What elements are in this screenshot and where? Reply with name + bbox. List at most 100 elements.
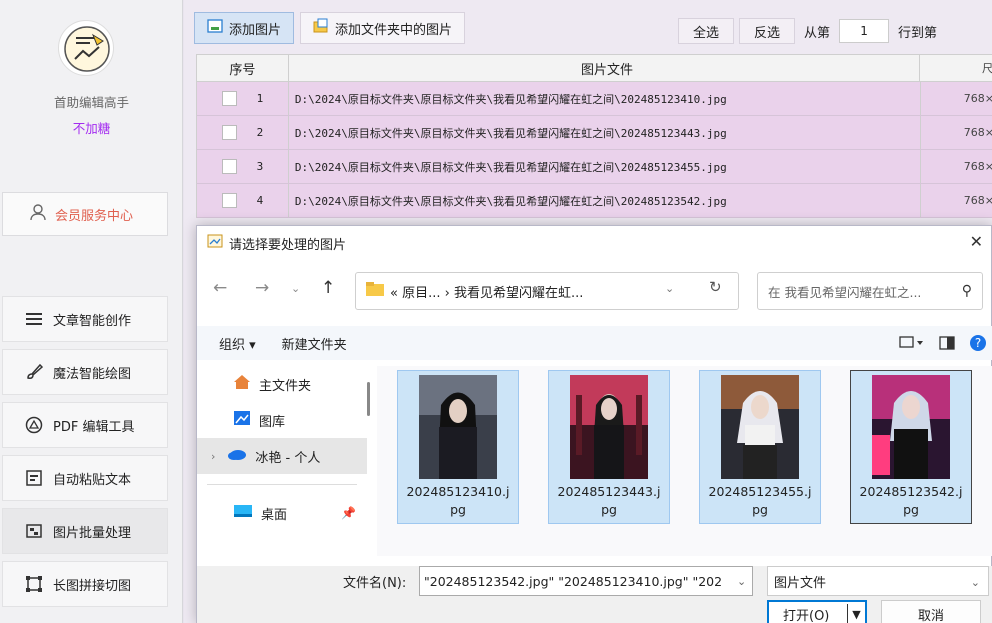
crop-icon	[25, 575, 43, 593]
pdf-icon	[25, 416, 43, 434]
menu-item-drawing[interactable]: 魔法智能绘图	[2, 349, 168, 395]
menu-item-article[interactable]: 文章智能创作	[2, 296, 168, 342]
filename-input[interactable]: "202485123542.jpg" "202485123410.jpg" "2…	[419, 566, 753, 596]
paste-icon	[25, 469, 43, 487]
row-size: 768×	[963, 160, 992, 173]
image-thumbnail	[419, 375, 497, 479]
forward-arrow-icon[interactable]: →	[255, 278, 269, 298]
nav-item-gallery[interactable]: 图库	[197, 402, 367, 438]
row-checkbox[interactable]	[221, 125, 237, 140]
organize-menu[interactable]: 组织 ▾	[219, 334, 256, 353]
filetype-value: 图片文件	[774, 575, 827, 591]
view-tools: ?	[899, 334, 991, 356]
nav-item-label: 主文件夹	[259, 378, 312, 394]
menu-item-pdf[interactable]: PDF 编辑工具	[2, 402, 168, 448]
search-input[interactable]: 在 我看见希望闪耀在虹之... ⚲	[757, 272, 983, 310]
nav-item-desktop[interactable]: 桌面 📌	[197, 495, 367, 531]
close-icon[interactable]: ✕	[970, 232, 983, 251]
row-file-path: D:\2024\原目标文件夹\原目标文件夹\我看见希望闪耀在虹之间\202485…	[289, 184, 922, 217]
menu-item-image-batch[interactable]: 图片批量处理	[2, 508, 168, 554]
up-arrow-icon[interactable]: ↑	[321, 278, 335, 298]
refresh-icon[interactable]: ↻	[709, 278, 722, 296]
select-all-button[interactable]: 全选	[678, 18, 735, 44]
table-row[interactable]: 2 D:\2024\原目标文件夹\原目标文件夹\我看见希望闪耀在虹之间\2024…	[196, 116, 992, 150]
home-icon	[233, 374, 251, 394]
file-name: 202485123443.jpg	[557, 484, 661, 517]
nav-item-home[interactable]: 主文件夹	[197, 366, 367, 402]
table-row[interactable]: 1 D:\2024\原目标文件夹\原目标文件夹\我看见希望闪耀在虹之间\2024…	[196, 82, 992, 116]
table-row[interactable]: 4 D:\2024\原目标文件夹\原目标文件夹\我看见希望闪耀在虹之间\2024…	[196, 184, 992, 218]
address-path: « 原目... › 我看见希望闪耀在虹...	[390, 285, 584, 301]
cancel-button[interactable]: 取消	[881, 600, 981, 623]
dialog-footer: 文件名(N): "202485123542.jpg" "202485123410…	[197, 566, 992, 623]
add-image-label: 添加图片	[229, 22, 282, 38]
folder-add-icon	[313, 18, 329, 38]
pin-icon[interactable]: 📌	[341, 506, 356, 520]
table-header: 序号 图片文件 尺	[196, 54, 992, 82]
row-file-path: D:\2024\原目标文件夹\原目标文件夹\我看见希望闪耀在虹之间\202485…	[289, 150, 922, 183]
row-size: 768×	[963, 126, 992, 139]
search-placeholder: 在 我看见希望闪耀在虹之...	[768, 284, 922, 300]
header-size: 尺	[982, 62, 992, 75]
file-open-dialog: 请选择要处理的图片 ✕ ← → ⌄ ↑ « 原目... › 我看见希望闪耀在虹.…	[196, 225, 992, 623]
member-center-button[interactable]: 会员服务中心	[2, 192, 168, 236]
add-image-icon	[207, 18, 223, 38]
row-index: 1	[256, 92, 264, 105]
file-name: 202485123455.jpg	[708, 484, 812, 517]
file-item[interactable]: 202485123542.jpg	[850, 370, 972, 524]
row-size: 768×	[963, 194, 992, 207]
menu-item-paste[interactable]: 自动粘贴文本	[2, 455, 168, 501]
open-button[interactable]: 打开(O) ▼	[767, 600, 867, 623]
back-arrow-icon[interactable]: ←	[213, 278, 227, 298]
invert-selection-button[interactable]: 反选	[739, 18, 796, 44]
brush-icon	[25, 363, 43, 381]
row-checkbox[interactable]	[221, 91, 237, 106]
expand-chevron-icon[interactable]: ›	[211, 450, 215, 463]
row-index: 2	[256, 126, 264, 139]
file-item[interactable]: 202485123410.jpg	[397, 370, 519, 524]
file-item[interactable]: 202485123443.jpg	[548, 370, 670, 524]
menu-item-long-image[interactable]: 长图拼接切图	[2, 561, 168, 607]
navigation-pane: 主文件夹 图库 › 冰艳 - 个人 桌面 📌	[197, 366, 367, 556]
command-bar: 组织 ▾ 新建文件夹	[197, 326, 992, 360]
image-batch-icon	[25, 522, 43, 540]
sidebar-menu: 文章智能创作 魔法智能绘图 PDF 编辑工具 自动粘贴文本 图片批量处理 长图拼…	[2, 296, 168, 614]
add-folder-images-label: 添加文件夹中的图片	[335, 22, 453, 38]
desktop-icon	[233, 504, 253, 522]
address-dropdown-icon[interactable]: ⌄	[665, 282, 674, 295]
new-folder-button[interactable]: 新建文件夹	[282, 334, 347, 353]
image-picker-icon	[207, 233, 223, 253]
address-bar[interactable]: « 原目... › 我看见希望闪耀在虹...	[355, 272, 739, 310]
add-image-button[interactable]: 添加图片	[194, 12, 295, 44]
header-index: 序号	[197, 55, 289, 81]
from-row-label: 从第	[804, 25, 831, 41]
filename-dropdown-icon[interactable]: ⌄	[737, 575, 746, 588]
preview-pane-icon[interactable]	[939, 336, 955, 354]
sidebar: 首助编辑高手 不加糖 会员服务中心 文章智能创作 魔法智能绘图 PDF 编辑工具…	[0, 0, 183, 623]
filetype-select[interactable]: 图片文件 ⌄	[767, 566, 989, 596]
lines-icon	[25, 310, 43, 328]
app-logo	[58, 20, 114, 76]
nav-scrollbar[interactable]	[367, 382, 370, 416]
cloud-icon	[227, 447, 247, 465]
recent-chevron-icon[interactable]: ⌄	[291, 282, 300, 295]
open-dropdown-icon[interactable]: ▼	[847, 604, 865, 623]
table-row[interactable]: 3 D:\2024\原目标文件夹\原目标文件夹\我看见希望闪耀在虹之间\2024…	[196, 150, 992, 184]
add-folder-images-button[interactable]: 添加文件夹中的图片	[300, 12, 466, 44]
file-item[interactable]: 202485123455.jpg	[699, 370, 821, 524]
row-size: 768×	[963, 92, 992, 105]
view-mode-icon[interactable]	[899, 336, 925, 354]
row-index: 3	[256, 160, 264, 173]
from-row-input[interactable]: 1	[839, 19, 890, 43]
filetype-chevron-icon: ⌄	[970, 576, 980, 589]
row-checkbox[interactable]	[221, 159, 237, 174]
row-checkbox[interactable]	[221, 193, 237, 208]
filename-label: 文件名(N):	[343, 576, 407, 591]
menu-item-label: 图片批量处理	[53, 525, 132, 541]
member-center-label: 会员服务中心	[55, 208, 134, 224]
nav-item-onedrive[interactable]: › 冰艳 - 个人	[197, 438, 367, 474]
header-file: 图片文件	[289, 55, 921, 81]
help-icon[interactable]: ?	[969, 334, 987, 356]
folder-icon	[366, 282, 384, 300]
to-row-label: 行到第	[898, 25, 938, 41]
